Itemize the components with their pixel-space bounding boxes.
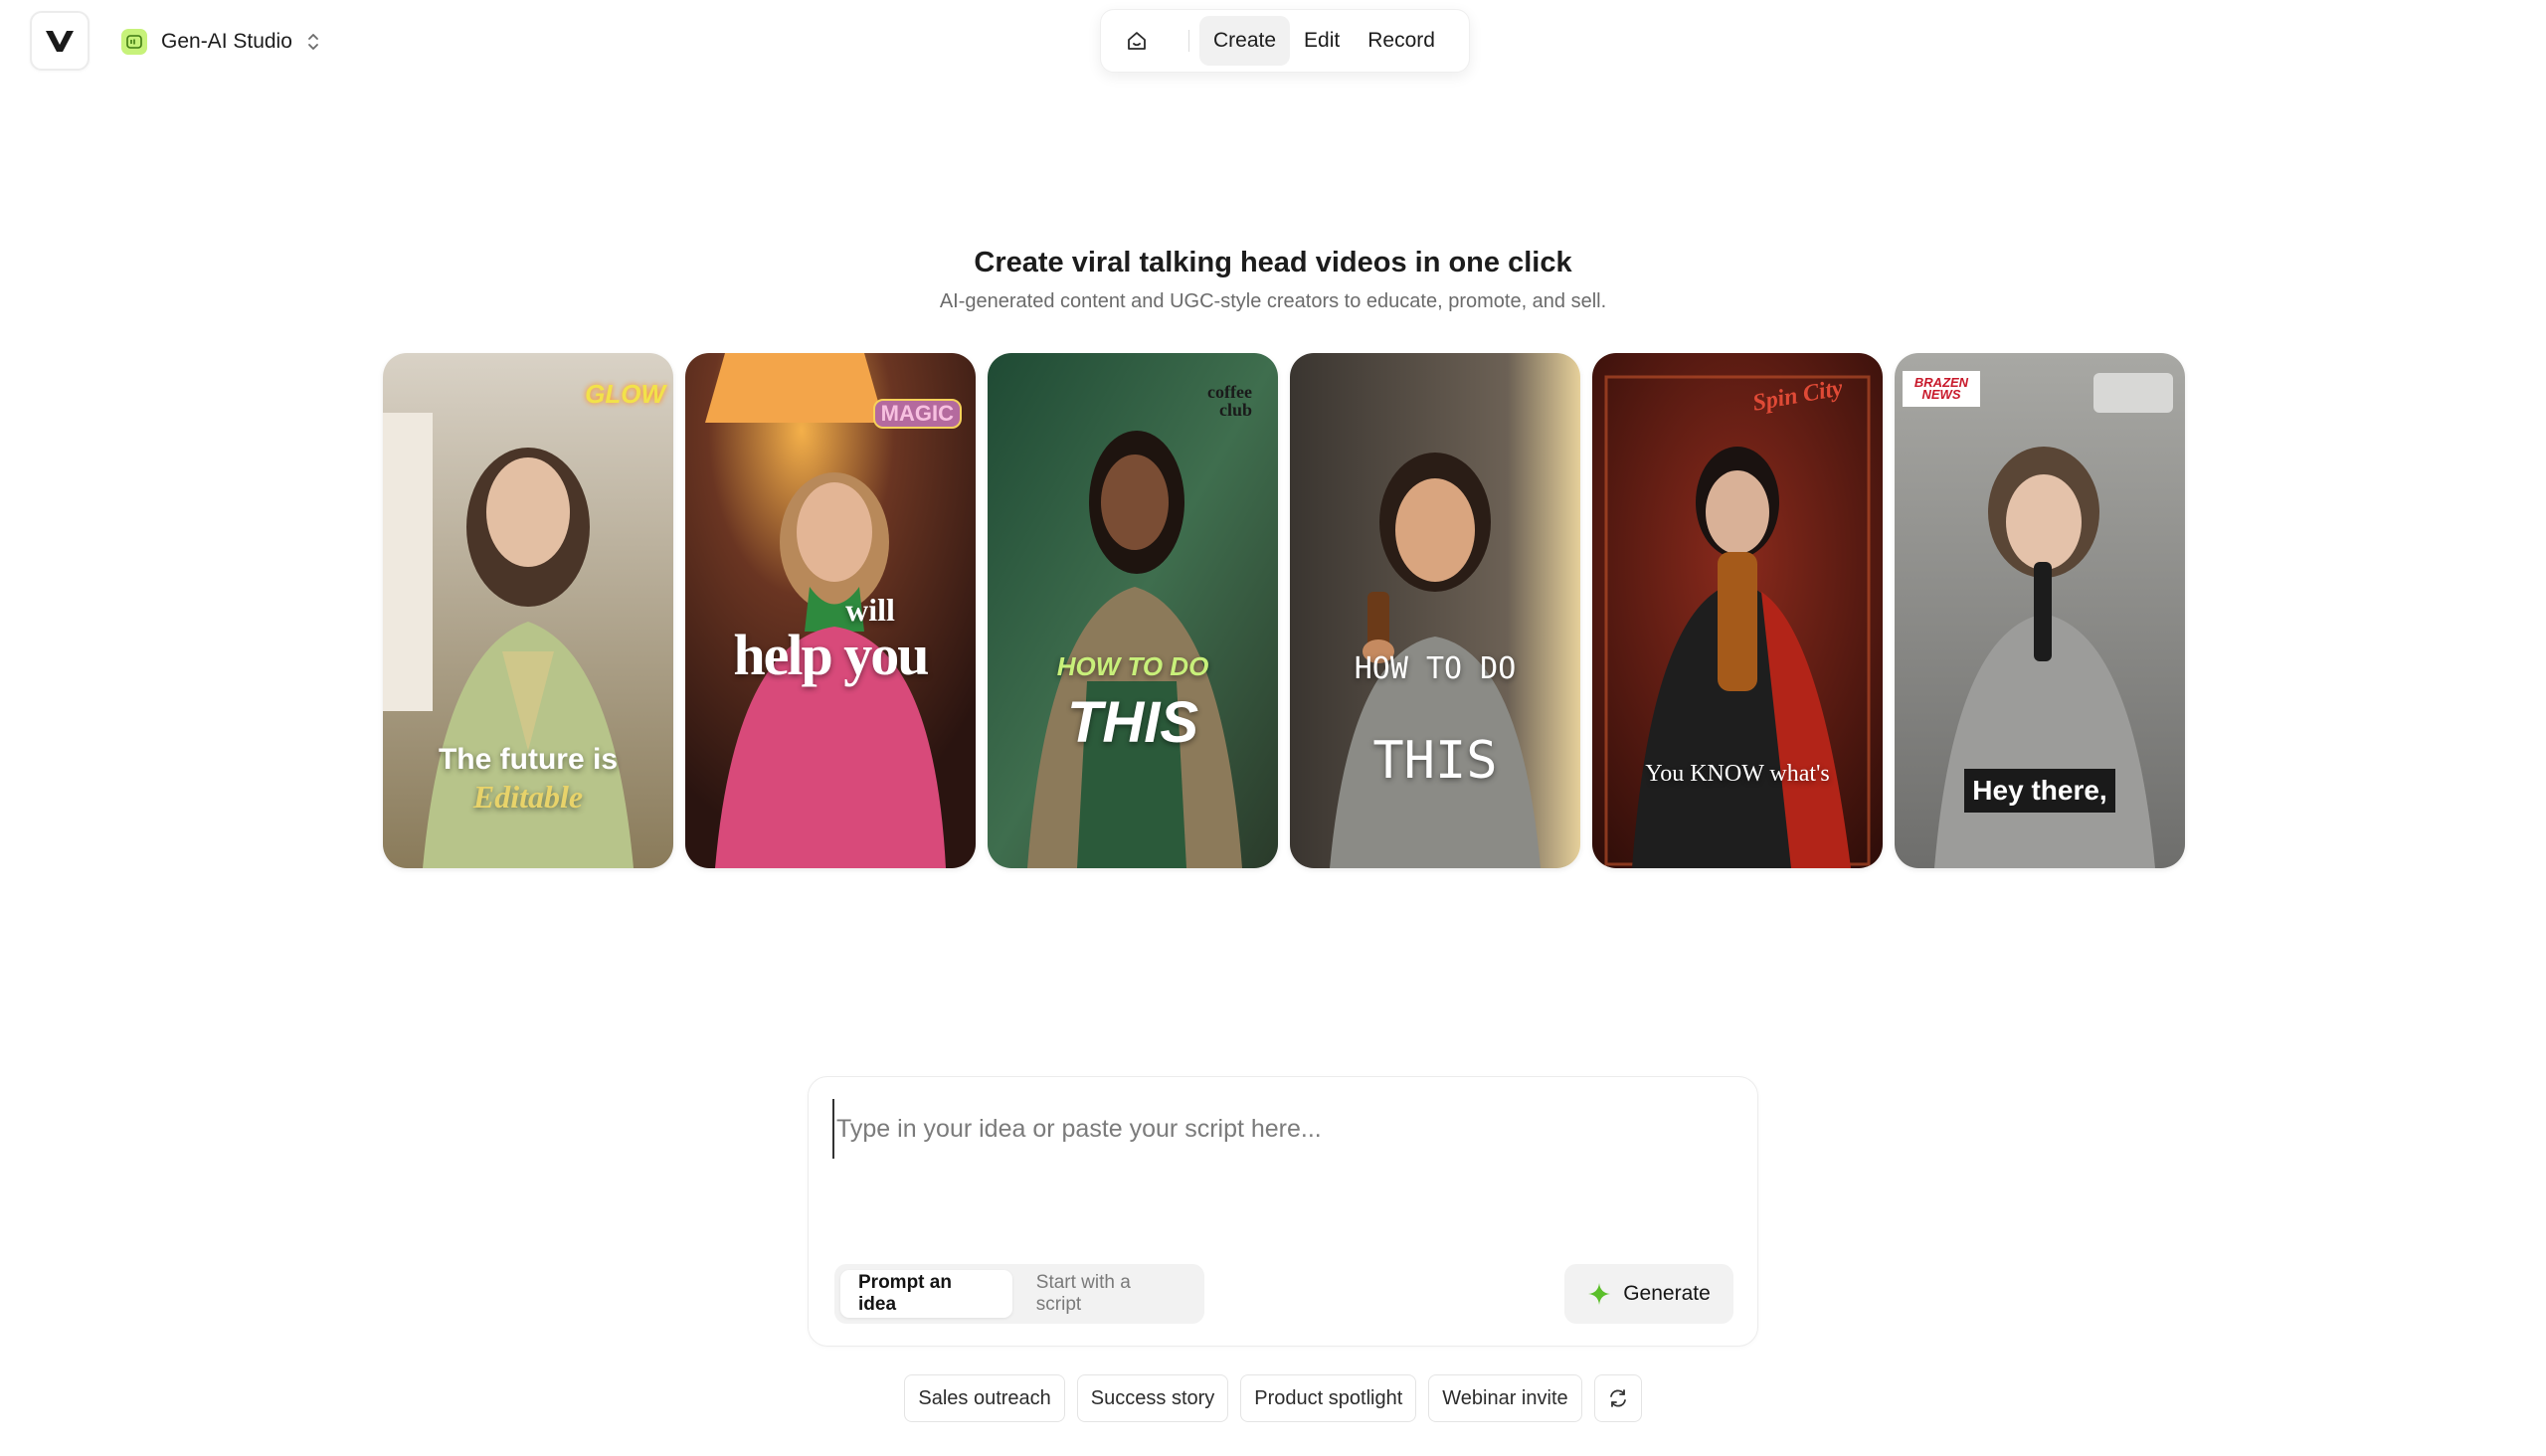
workspace-switcher[interactable]: Gen-AI Studio xyxy=(121,24,320,60)
page-subtitle: AI-generated content and UGC-style creat… xyxy=(939,290,1607,312)
nav-divider xyxy=(1188,30,1189,52)
card-caption: Hey there, xyxy=(1964,769,2115,813)
app-logo[interactable] xyxy=(30,11,90,71)
video-card[interactable]: MAGIC will help you xyxy=(685,353,976,868)
page-title: Create viral talking head videos in one … xyxy=(974,247,1572,278)
card-caption-accent: help you xyxy=(733,623,929,687)
suggestion-chip[interactable]: Sales outreach xyxy=(904,1374,1065,1422)
workspace-badge xyxy=(121,29,147,55)
video-card[interactable]: coffee club HOW TO DO THIS xyxy=(988,353,1278,868)
logo-v-icon xyxy=(46,31,74,52)
card-caption: You KNOW what's xyxy=(1645,761,1830,787)
tab-record[interactable]: Record xyxy=(1354,16,1449,66)
home-icon xyxy=(1128,32,1146,50)
top-nav: Create Edit Record xyxy=(1100,9,1470,73)
card-caption: HOW TO DO xyxy=(1056,651,1209,681)
card-tag: coffee club xyxy=(1207,382,1252,420)
card-tag: MAGIC xyxy=(872,399,962,429)
card-caption: The future is xyxy=(438,743,618,776)
card-tag: BRAZEN NEWS xyxy=(1903,371,1980,407)
suggestion-chip[interactable]: Webinar invite xyxy=(1428,1374,1582,1422)
card-tag: GLOW xyxy=(585,379,665,409)
generate-label: Generate xyxy=(1623,1282,1711,1305)
card-caption-accent: THIS xyxy=(1066,690,1199,755)
home-button[interactable] xyxy=(1109,17,1165,65)
prompt-input[interactable] xyxy=(832,1099,1728,1159)
mode-start-script[interactable]: Start with a script xyxy=(1018,1270,1198,1318)
tab-edit[interactable]: Edit xyxy=(1290,16,1354,66)
suggestion-chip[interactable]: Success story xyxy=(1076,1374,1229,1422)
workspace-name: Gen-AI Studio xyxy=(161,30,292,53)
video-card[interactable]: GLOW The future is Editable xyxy=(383,353,673,868)
card-caption-accent: Editable xyxy=(472,779,584,815)
example-videos: GLOW The future is Editable MAGIC will h… xyxy=(383,353,2185,868)
card-caption: HOW TO DO xyxy=(1354,651,1517,686)
video-thumbnail xyxy=(988,353,1278,868)
video-thumbnail xyxy=(1592,353,1883,868)
video-card[interactable]: Spin City You KNOW what's xyxy=(1592,353,1883,868)
workspace-icon xyxy=(126,35,142,49)
tab-create[interactable]: Create xyxy=(1199,16,1291,66)
generate-button[interactable]: Generate xyxy=(1564,1264,1733,1324)
prompt-composer: Prompt an idea Start with a script Gener… xyxy=(808,1076,1758,1347)
video-thumbnail xyxy=(1290,353,1580,868)
video-card[interactable]: HOW TO DO THIS xyxy=(1290,353,1580,868)
refresh-icon xyxy=(1609,1389,1626,1407)
suggestion-chips: Sales outreach Success story Product spo… xyxy=(0,1374,2546,1422)
card-caption-accent: THIS xyxy=(1372,731,1498,791)
refresh-suggestions-button[interactable] xyxy=(1593,1374,1642,1422)
mode-prompt-idea[interactable]: Prompt an idea xyxy=(840,1270,1012,1318)
chevron-updown-icon xyxy=(308,34,318,50)
mode-toggle: Prompt an idea Start with a script xyxy=(834,1264,1204,1324)
sparkle-icon xyxy=(1588,1283,1611,1305)
video-card[interactable]: BRAZEN NEWS Hey there, xyxy=(1895,353,2185,868)
suggestion-chip[interactable]: Product spotlight xyxy=(1240,1374,1417,1422)
